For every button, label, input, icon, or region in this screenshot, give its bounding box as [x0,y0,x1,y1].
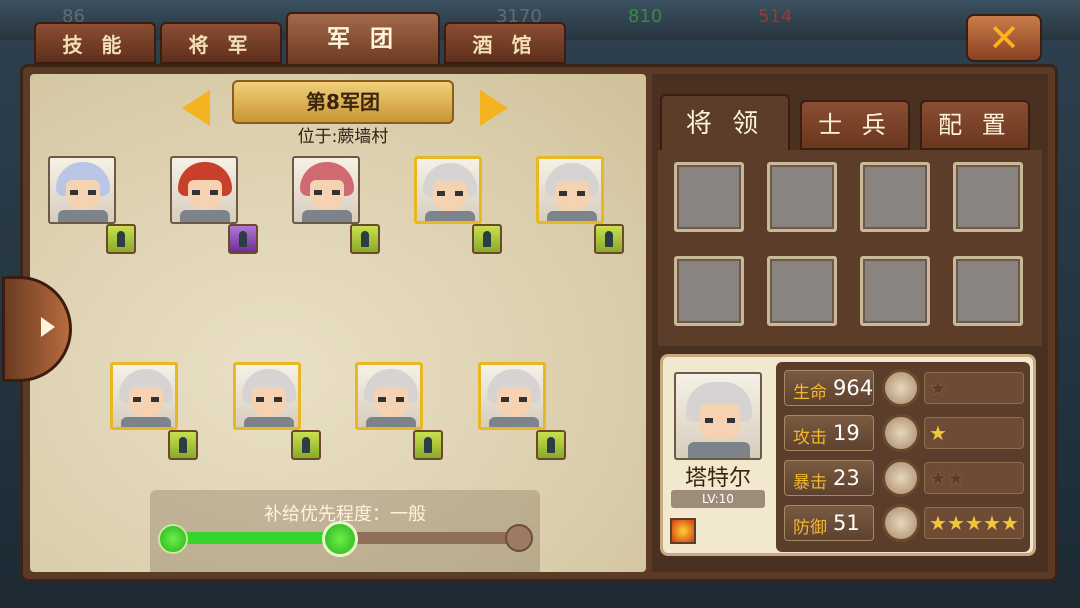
unit-type-icon [228,224,258,254]
commander-slot[interactable] [674,162,744,232]
tab-config[interactable]: 配 置 [920,100,1030,150]
star-icon: ★ [965,511,983,535]
hero-name: 塔特尔 [684,466,751,491]
bow-icon[interactable] [882,504,920,542]
unit-type-icon [106,224,136,254]
unit-type-icon [536,430,566,460]
general-portrait[interactable] [48,156,116,224]
next-legion-arrow-icon[interactable] [480,90,508,126]
supply-slider-handle[interactable] [322,521,358,557]
unit-type-icon [350,224,380,254]
stat-value: 964 [833,376,874,400]
hero-level: LV:10 [671,490,765,508]
star-icon: ★ [983,511,1001,535]
star-rating: ★ [924,417,1024,449]
stat-name: 防御 [793,518,827,538]
commander-slot[interactable] [953,162,1023,232]
general-portrait[interactable] [355,362,423,430]
stat-label: 防御 51 [784,505,874,541]
stat-label: 攻击 19 [784,415,874,451]
star-rating: ★ ★ ★ ★ ★ [924,507,1024,539]
unit-type-icon [413,430,443,460]
tab-skills[interactable]: 技 能 [34,22,156,64]
general-portrait[interactable] [478,362,546,430]
star-icon: ★ [929,511,947,535]
general-portrait[interactable] [110,362,178,430]
stat-label: 生命 964 [784,370,874,406]
legion-title: 第8军团 [232,80,454,124]
stat-value: 23 [833,466,860,490]
commander-slot[interactable] [860,256,930,326]
stat-label: 暴击 23 [784,460,874,496]
sword-icon[interactable] [882,414,920,452]
tab-legion[interactable]: 军 团 [286,12,440,66]
star-rating: ★ [924,372,1024,404]
play-arrow-icon [41,317,55,337]
stat-name: 攻击 [793,428,827,448]
unit-type-icon [594,224,624,254]
commander-slot[interactable] [767,256,837,326]
star-icon: ★ [1001,511,1019,535]
general-portrait[interactable] [170,156,238,224]
general-portrait[interactable] [414,156,482,224]
supply-slider-start-knob[interactable] [158,524,188,554]
stat-value: 19 [833,421,860,445]
star-icon: ★ [947,511,965,535]
tab-tavern[interactable]: 酒 馆 [444,22,566,64]
star-icon: ★ [929,376,947,400]
stat-name: 暴击 [793,473,827,493]
unit-type-icon [168,430,198,460]
unit-type-icon [291,430,321,460]
stat-name: 生命 [793,383,827,403]
general-portrait[interactable] [233,362,301,430]
star-icon: ★ [929,421,947,445]
commander-slot[interactable] [674,256,744,326]
commander-slot[interactable] [767,162,837,232]
horse-icon[interactable] [882,369,920,407]
spear-icon[interactable] [882,459,920,497]
star-icon: ★ [947,466,965,490]
general-portrait[interactable] [536,156,604,224]
prev-legion-arrow-icon[interactable] [182,90,210,126]
supply-slider-fill [172,532,346,544]
close-button[interactable]: ✕ [966,14,1042,62]
star-icon: ★ [929,466,947,490]
hero-portrait[interactable] [674,372,762,460]
tab-generals[interactable]: 将 军 [160,22,282,64]
legion-location: 位于:蕨墙村 [297,127,389,147]
unit-type-icon [472,224,502,254]
supply-slider-end-knob[interactable] [505,524,533,552]
star-rating: ★ ★ [924,462,1024,494]
general-portrait[interactable] [292,156,360,224]
tab-soldiers[interactable]: 士 兵 [800,100,910,150]
stat-value: 51 [833,511,860,535]
commander-slot[interactable] [860,162,930,232]
tab-commanders[interactable]: 将 领 [660,94,790,152]
hud-value: 514 [758,6,793,27]
fire-skill-icon[interactable] [670,518,696,544]
hud-value: 810 [628,6,663,27]
commander-slot[interactable] [953,256,1023,326]
